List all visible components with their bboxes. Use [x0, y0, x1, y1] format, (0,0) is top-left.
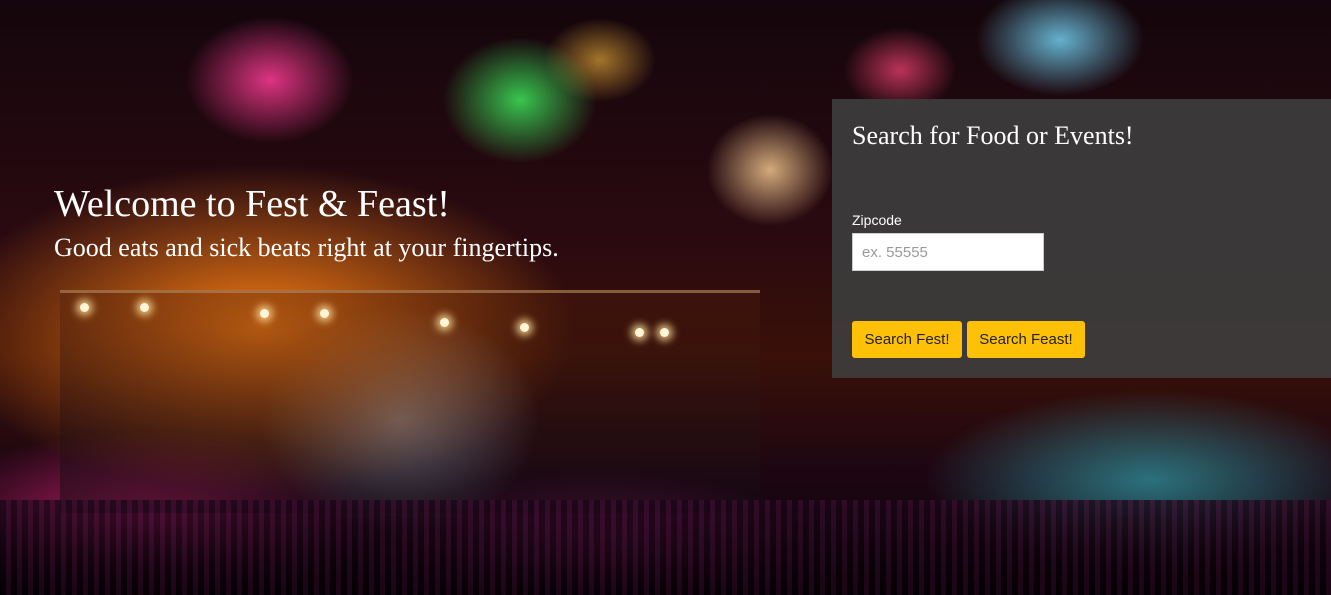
- zipcode-input[interactable]: [852, 233, 1044, 271]
- search-panel-title: Search for Food or Events!: [852, 121, 1134, 150]
- stage-light: [260, 309, 269, 318]
- stage-structure: [60, 290, 760, 513]
- hero-text: Welcome to Fest & Feast! Good eats and s…: [54, 180, 559, 264]
- page-subtitle: Good eats and sick beats right at your f…: [54, 233, 559, 262]
- stage-light: [440, 318, 449, 327]
- stage-light: [80, 303, 89, 312]
- zipcode-label: Zipcode: [852, 212, 902, 228]
- search-fest-button[interactable]: Search Fest!: [852, 321, 962, 358]
- stage-light: [635, 328, 644, 337]
- crowd: [0, 500, 1331, 595]
- page-title: Welcome to Fest & Feast!: [54, 183, 450, 225]
- stage-light: [660, 328, 669, 337]
- stage-light: [520, 323, 529, 332]
- stage-light: [320, 309, 329, 318]
- search-panel: Search for Food or Events! Zipcode Searc…: [832, 99, 1331, 378]
- search-feast-button[interactable]: Search Feast!: [967, 321, 1085, 358]
- stage-light: [140, 303, 149, 312]
